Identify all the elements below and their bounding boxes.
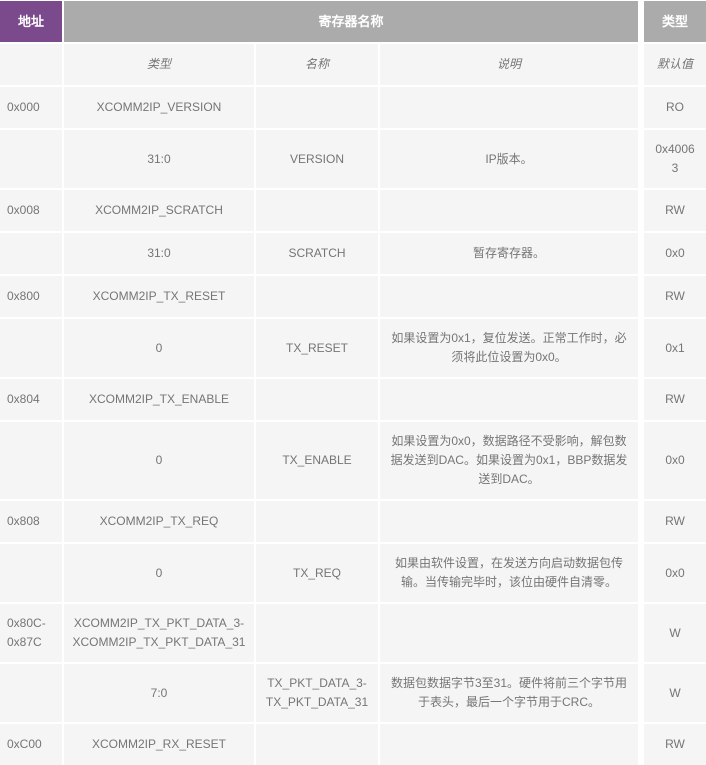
access-type-cell: RW xyxy=(640,276,706,317)
subheader-default: 默认值 xyxy=(640,44,706,85)
field-name-cell xyxy=(256,276,378,317)
default-value-cell: 0x0 xyxy=(640,422,706,499)
access-type-cell: W xyxy=(640,604,706,662)
description-cell: 数据包数据字节3至31。硬件将前三个字节用于表头，最后一个字节用于CRC。 xyxy=(380,664,638,722)
access-type-cell: RO xyxy=(640,87,706,128)
description-cell: 如果设置为0x1，复位发送。正常工作时，必须将此位设置为0x0。 xyxy=(380,319,638,377)
description-cell xyxy=(380,276,638,317)
address-cell xyxy=(0,233,62,274)
description-cell xyxy=(380,724,638,765)
bits-cell: 31:0 xyxy=(64,233,254,274)
bits-cell: 31:0 xyxy=(64,130,254,188)
description-cell xyxy=(380,379,638,420)
address-cell xyxy=(0,422,62,499)
address-cell xyxy=(0,544,62,602)
field-name-cell: TX_ENABLE xyxy=(256,422,378,499)
field-name-cell: TX_REQ xyxy=(256,544,378,602)
bits-cell: 0 xyxy=(64,319,254,377)
subheader-name: 名称 xyxy=(256,44,378,85)
field-name-cell: SCRATCH xyxy=(256,233,378,274)
register-name-cell: XCOMM2IP_TX_ENABLE xyxy=(64,379,254,420)
default-value-cell: 0x0 xyxy=(640,233,706,274)
field-name-cell xyxy=(256,87,378,128)
header-type: 类型 xyxy=(640,1,706,42)
register-name-cell: XCOMM2IP_RX_RESET xyxy=(64,724,254,765)
default-value-cell: 0x0 xyxy=(640,544,706,602)
field-name-cell xyxy=(256,379,378,420)
address-cell: 0x000 xyxy=(0,87,62,128)
field-name-cell xyxy=(256,190,378,231)
register-name-cell: XCOMM2IP_TX_PKT_DATA_3-XCOMM2IP_TX_PKT_D… xyxy=(64,604,254,662)
subheader-type: 类型 xyxy=(64,44,254,85)
field-name-cell: TX_PKT_DATA_3-TX_PKT_DATA_31 xyxy=(256,664,378,722)
field-name-cell: TX_RESET xyxy=(256,319,378,377)
address-cell xyxy=(0,319,62,377)
field-name-cell xyxy=(256,604,378,662)
field-name-cell: VERSION xyxy=(256,130,378,188)
address-cell: 0x008 xyxy=(0,190,62,231)
description-cell xyxy=(380,87,638,128)
access-type-cell: RW xyxy=(640,379,706,420)
description-cell: 暂存寄存器。 xyxy=(380,233,638,274)
description-cell: IP版本。 xyxy=(380,130,638,188)
register-name-cell: XCOMM2IP_TX_RESET xyxy=(64,276,254,317)
access-type-cell: RW xyxy=(640,190,706,231)
bits-cell: 7:0 xyxy=(64,664,254,722)
field-name-cell xyxy=(256,724,378,765)
description-cell: 如果设置为0x0，数据路径不受影响，解包数据发送到DAC。如果设置为0x1，BB… xyxy=(380,422,638,499)
default-value-cell: 0x1 xyxy=(640,319,706,377)
address-cell: 0xC00 xyxy=(0,724,62,765)
subheader-description: 说明 xyxy=(380,44,638,85)
subheader-address-spacer xyxy=(0,44,62,85)
register-name-cell: XCOMM2IP_SCRATCH xyxy=(64,190,254,231)
address-cell: 0x800 xyxy=(0,276,62,317)
description-cell xyxy=(380,604,638,662)
access-type-cell: RW xyxy=(640,501,706,542)
access-type-cell: RW xyxy=(640,724,706,765)
register-name-cell: XCOMM2IP_TX_REQ xyxy=(64,501,254,542)
header-address: 地址 xyxy=(0,1,62,42)
address-cell xyxy=(0,664,62,722)
header-register-name: 寄存器名称 xyxy=(64,1,638,42)
address-cell xyxy=(0,130,62,188)
default-value-cell: 0x40063 xyxy=(640,130,706,188)
default-value-cell: W xyxy=(640,664,706,722)
description-cell xyxy=(380,190,638,231)
bits-cell: 0 xyxy=(64,422,254,499)
register-name-cell: XCOMM2IP_VERSION xyxy=(64,87,254,128)
address-cell: 0x804 xyxy=(0,379,62,420)
address-cell: 0x80C-0x87C xyxy=(0,604,62,662)
register-map-table: 地址 寄存器名称 类型 类型 名称 说明 默认值 0x000XCOMM2IP_V… xyxy=(0,0,706,765)
description-cell: 如果由软件设置，在发送方向启动数据包传输。当传输完毕时，该位由硬件自清零。 xyxy=(380,544,638,602)
description-cell xyxy=(380,501,638,542)
field-name-cell xyxy=(256,501,378,542)
bits-cell: 0 xyxy=(64,544,254,602)
address-cell: 0x808 xyxy=(0,501,62,542)
